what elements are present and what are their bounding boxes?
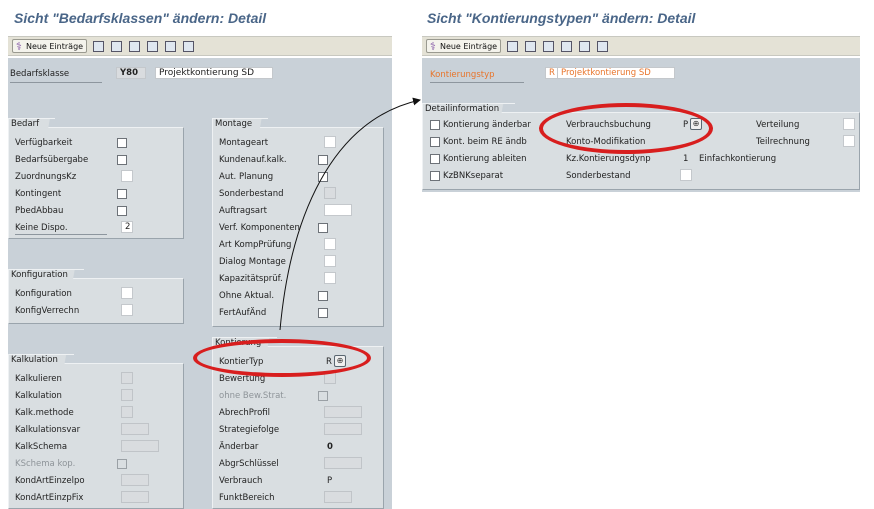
connector-arrow-line [279, 97, 421, 331]
connector-arrow [279, 97, 421, 331]
